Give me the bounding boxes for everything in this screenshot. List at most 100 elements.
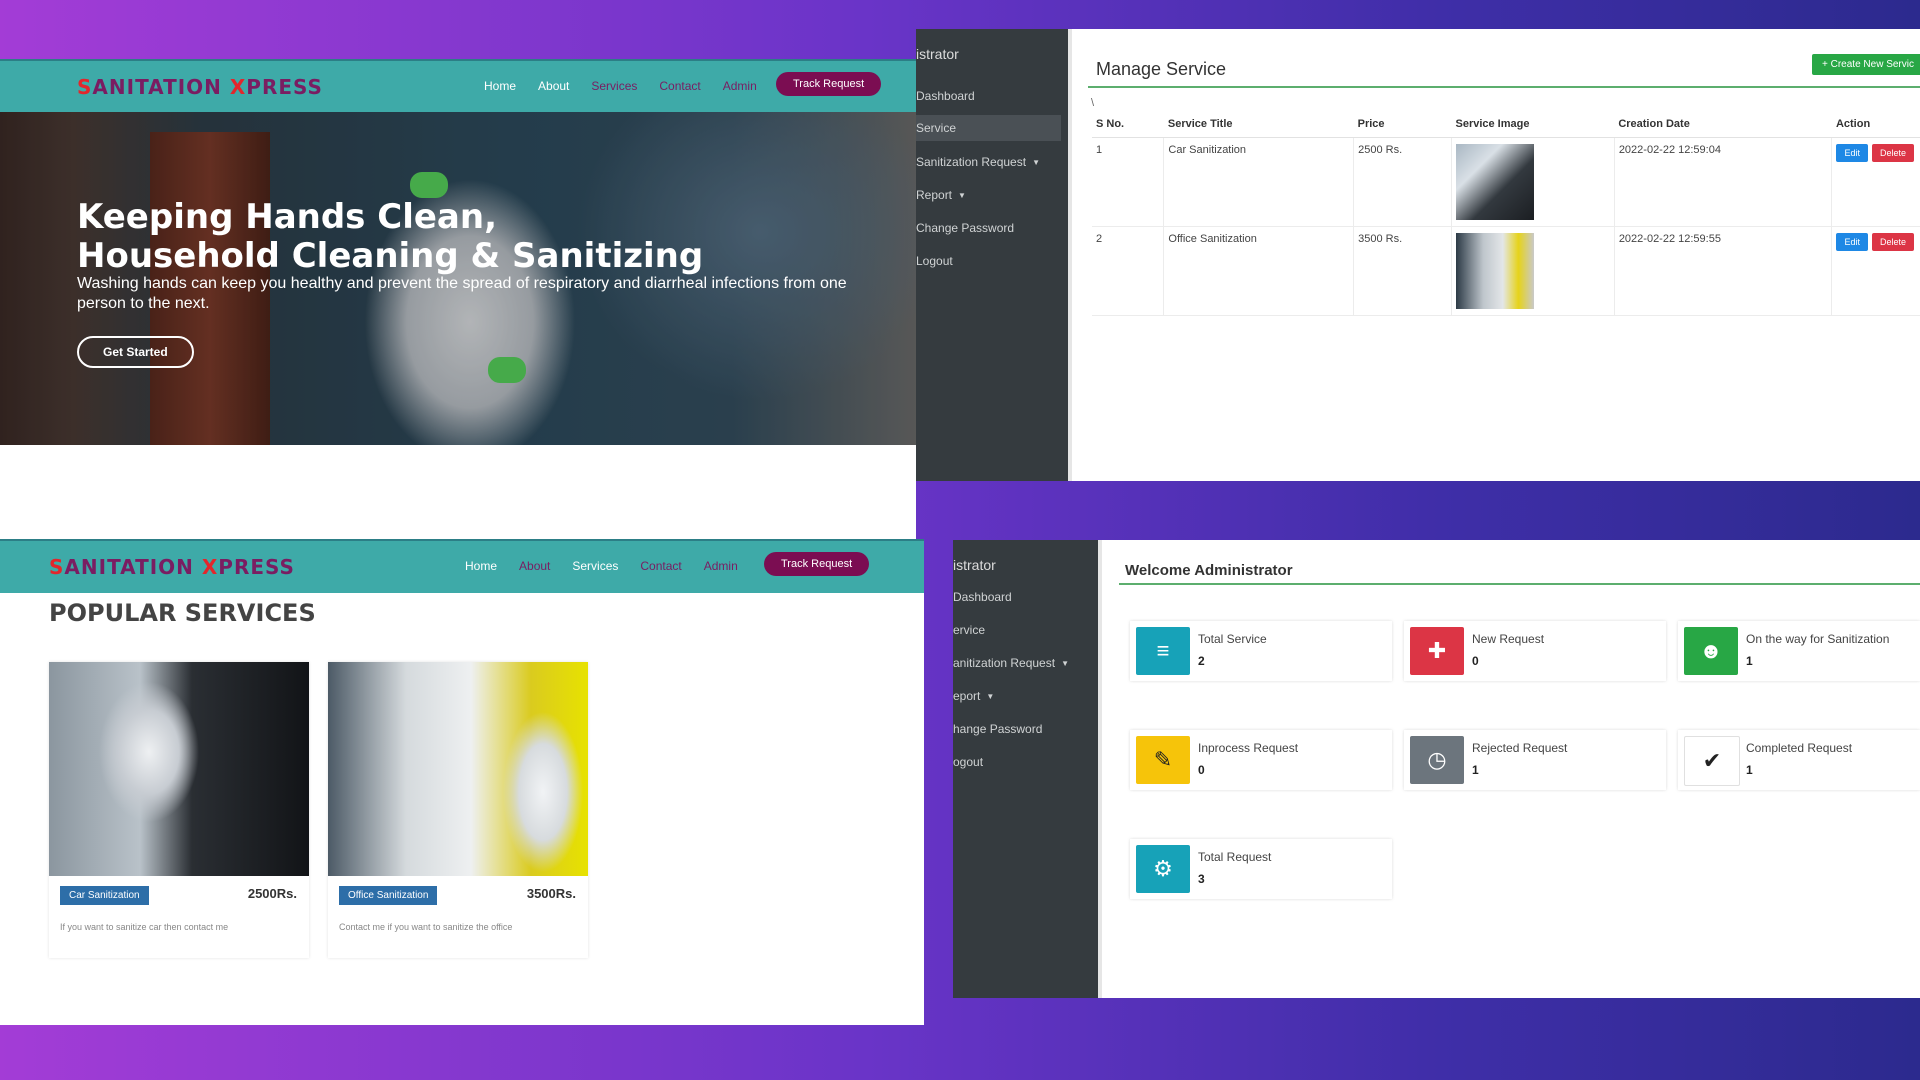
sidebar-item-label: eport	[953, 689, 981, 703]
nav-home[interactable]: Home	[465, 559, 497, 573]
nav-about[interactable]: About	[519, 559, 550, 573]
site-logo[interactable]: SANITATION XPRESS	[49, 555, 295, 579]
service-tag[interactable]: Car Sanitization	[60, 886, 149, 905]
logo-letter-s: S	[49, 555, 65, 579]
service-price: 2500Rs.	[247, 886, 297, 901]
stat-tile-completed-request[interactable]: ✔ Completed Request 1	[1678, 730, 1920, 790]
sidebar-item-service[interactable]: Service	[916, 115, 1061, 141]
stat-tile-new-request[interactable]: ✚ New Request 0	[1404, 621, 1666, 681]
sidebar-item-report[interactable]: Report ▼	[916, 188, 966, 202]
sidebar-item-report[interactable]: eport ▼	[953, 689, 994, 703]
cell-image	[1450, 226, 1615, 316]
stray-text: \	[1091, 97, 1095, 109]
hero-headline: Keeping Hands Clean, Household Cleaning &…	[77, 198, 703, 276]
col-date: Creation Date	[1614, 115, 1832, 138]
sidebar-item-service[interactable]: ervice	[953, 623, 985, 637]
edit-button[interactable]: Edit	[1836, 144, 1868, 162]
hero-subtitle: Washing hands can keep you healthy and p…	[77, 275, 847, 312]
user-clock-icon: ◷	[1410, 736, 1464, 784]
sidebar-item-label: Sanitization Request	[916, 155, 1027, 169]
nav-services[interactable]: Services	[591, 79, 637, 93]
sidebar-title: istrator	[916, 46, 959, 62]
tile-value: 3	[1198, 872, 1205, 886]
tile-label: Rejected Request	[1472, 741, 1568, 755]
track-request-button[interactable]: Track Request	[776, 72, 882, 96]
tile-label: Completed Request	[1746, 741, 1853, 755]
track-request-button[interactable]: Track Request	[764, 552, 870, 576]
nav-services[interactable]: Services	[572, 559, 618, 573]
tile-label: On the way for Sanitization	[1746, 632, 1890, 646]
cell-sno: 2	[1092, 226, 1164, 316]
stat-tile-on-the-way[interactable]: ☻ On the way for Sanitization 1	[1678, 621, 1920, 681]
delete-button[interactable]: Delete	[1871, 233, 1914, 251]
sidebar-item-sanitization-request[interactable]: Sanitization Request ▼	[916, 155, 1040, 169]
office-sanitization-image	[328, 662, 588, 876]
site-navbar: SANITATION XPRESS Home About Services Co…	[0, 59, 916, 114]
cell-price: 3500 Rs.	[1353, 226, 1452, 316]
table-row: 1 Car Sanitization 2500 Rs. 2022-02-22 1…	[1092, 137, 1920, 227]
nav-home[interactable]: Home	[484, 79, 516, 93]
nav-admin[interactable]: Admin	[723, 79, 757, 93]
create-new-service-button[interactable]: + Create New Servic	[1812, 54, 1920, 75]
caret-down-icon: ▼	[958, 191, 966, 201]
hero-banner: Keeping Hands Clean, Household Cleaning &…	[0, 112, 916, 445]
col-sno: S No.	[1092, 115, 1164, 138]
title-divider	[1119, 583, 1920, 585]
logo-text: ANITATION	[92, 75, 230, 99]
nav-contact[interactable]: Contact	[640, 559, 681, 573]
stat-tile-total-service[interactable]: ≡ Total Service 2	[1130, 621, 1392, 681]
tile-value: 2	[1198, 654, 1205, 668]
edit-button[interactable]: Edit	[1836, 233, 1868, 251]
stat-tile-inprocess-request[interactable]: ✎ Inprocess Request 0	[1130, 730, 1392, 790]
cell-date: 2022-02-22 12:59:55	[1613, 226, 1832, 316]
sidebar-item-change-password[interactable]: Change Password	[916, 221, 1014, 235]
user-cog-icon: ⚙	[1136, 845, 1190, 893]
section-title: POPULAR SERVICES	[49, 599, 316, 627]
user-check-icon: ✔	[1684, 736, 1740, 786]
table-row: 2 Office Sanitization 3500 Rs. 2022-02-2…	[1092, 226, 1920, 316]
tile-value: 1	[1746, 654, 1753, 668]
delete-button[interactable]: Delete	[1871, 144, 1914, 162]
tile-value: 0	[1198, 763, 1205, 777]
tile-label: Total Request	[1198, 850, 1272, 864]
tile-value: 1	[1746, 763, 1753, 777]
popular-services-panel: SANITATION XPRESS Home About Services Co…	[0, 539, 924, 1025]
site-navbar: SANITATION XPRESS Home About Services Co…	[0, 539, 924, 593]
cell-title: Car Sanitization	[1163, 137, 1354, 227]
caret-down-icon: ▼	[1061, 659, 1069, 669]
tile-value: 1	[1472, 763, 1479, 777]
cell-price: 2500 Rs.	[1353, 137, 1452, 227]
tile-label: Total Service	[1198, 632, 1267, 646]
sidebar-divider	[1098, 540, 1102, 998]
logo-letter-x: X	[229, 75, 247, 99]
nav-contact[interactable]: Contact	[659, 79, 700, 93]
cell-image	[1450, 137, 1615, 227]
service-card[interactable]: Car Sanitization 2500Rs. If you want to …	[49, 662, 309, 958]
service-card[interactable]: Office Sanitization 3500Rs. Contact me i…	[328, 662, 588, 958]
logo-letter-x: X	[201, 555, 219, 579]
cell-action: Edit Delete	[1831, 226, 1920, 316]
nav-about[interactable]: About	[538, 79, 569, 93]
services-table: S No. Service Title Price Service Image …	[1092, 115, 1920, 316]
get-started-button[interactable]: Get Started	[77, 336, 194, 368]
nav-links: Home About Services Contact Admin	[484, 79, 757, 93]
service-description: Contact me if you want to sanitize the o…	[339, 922, 513, 932]
col-action: Action	[1831, 115, 1920, 138]
stat-tile-total-request[interactable]: ⚙ Total Request 3	[1130, 839, 1392, 899]
stat-tile-rejected-request[interactable]: ◷ Rejected Request 1	[1404, 730, 1666, 790]
sidebar-item-logout[interactable]: ogout	[953, 755, 983, 769]
site-logo[interactable]: SANITATION XPRESS	[77, 75, 323, 99]
sidebar-item-logout[interactable]: Logout	[916, 254, 953, 268]
tile-label: Inprocess Request	[1198, 741, 1299, 755]
service-tag[interactable]: Office Sanitization	[339, 886, 438, 905]
cell-sno: 1	[1092, 137, 1164, 227]
sidebar-item-sanitization-request[interactable]: anitization Request ▼	[953, 656, 1069, 670]
sidebar-item-dashboard[interactable]: Dashboard	[916, 89, 975, 103]
nav-admin[interactable]: Admin	[704, 559, 738, 573]
logo-text-end: PRESS	[218, 555, 295, 579]
site-hero-panel: SANITATION XPRESS Home About Services Co…	[0, 59, 916, 539]
nav-links: Home About Services Contact Admin	[465, 559, 738, 573]
user-edit-icon: ✎	[1136, 736, 1190, 784]
sidebar-item-change-password[interactable]: hange Password	[953, 722, 1042, 736]
sidebar-item-dashboard[interactable]: Dashboard	[953, 590, 1012, 604]
